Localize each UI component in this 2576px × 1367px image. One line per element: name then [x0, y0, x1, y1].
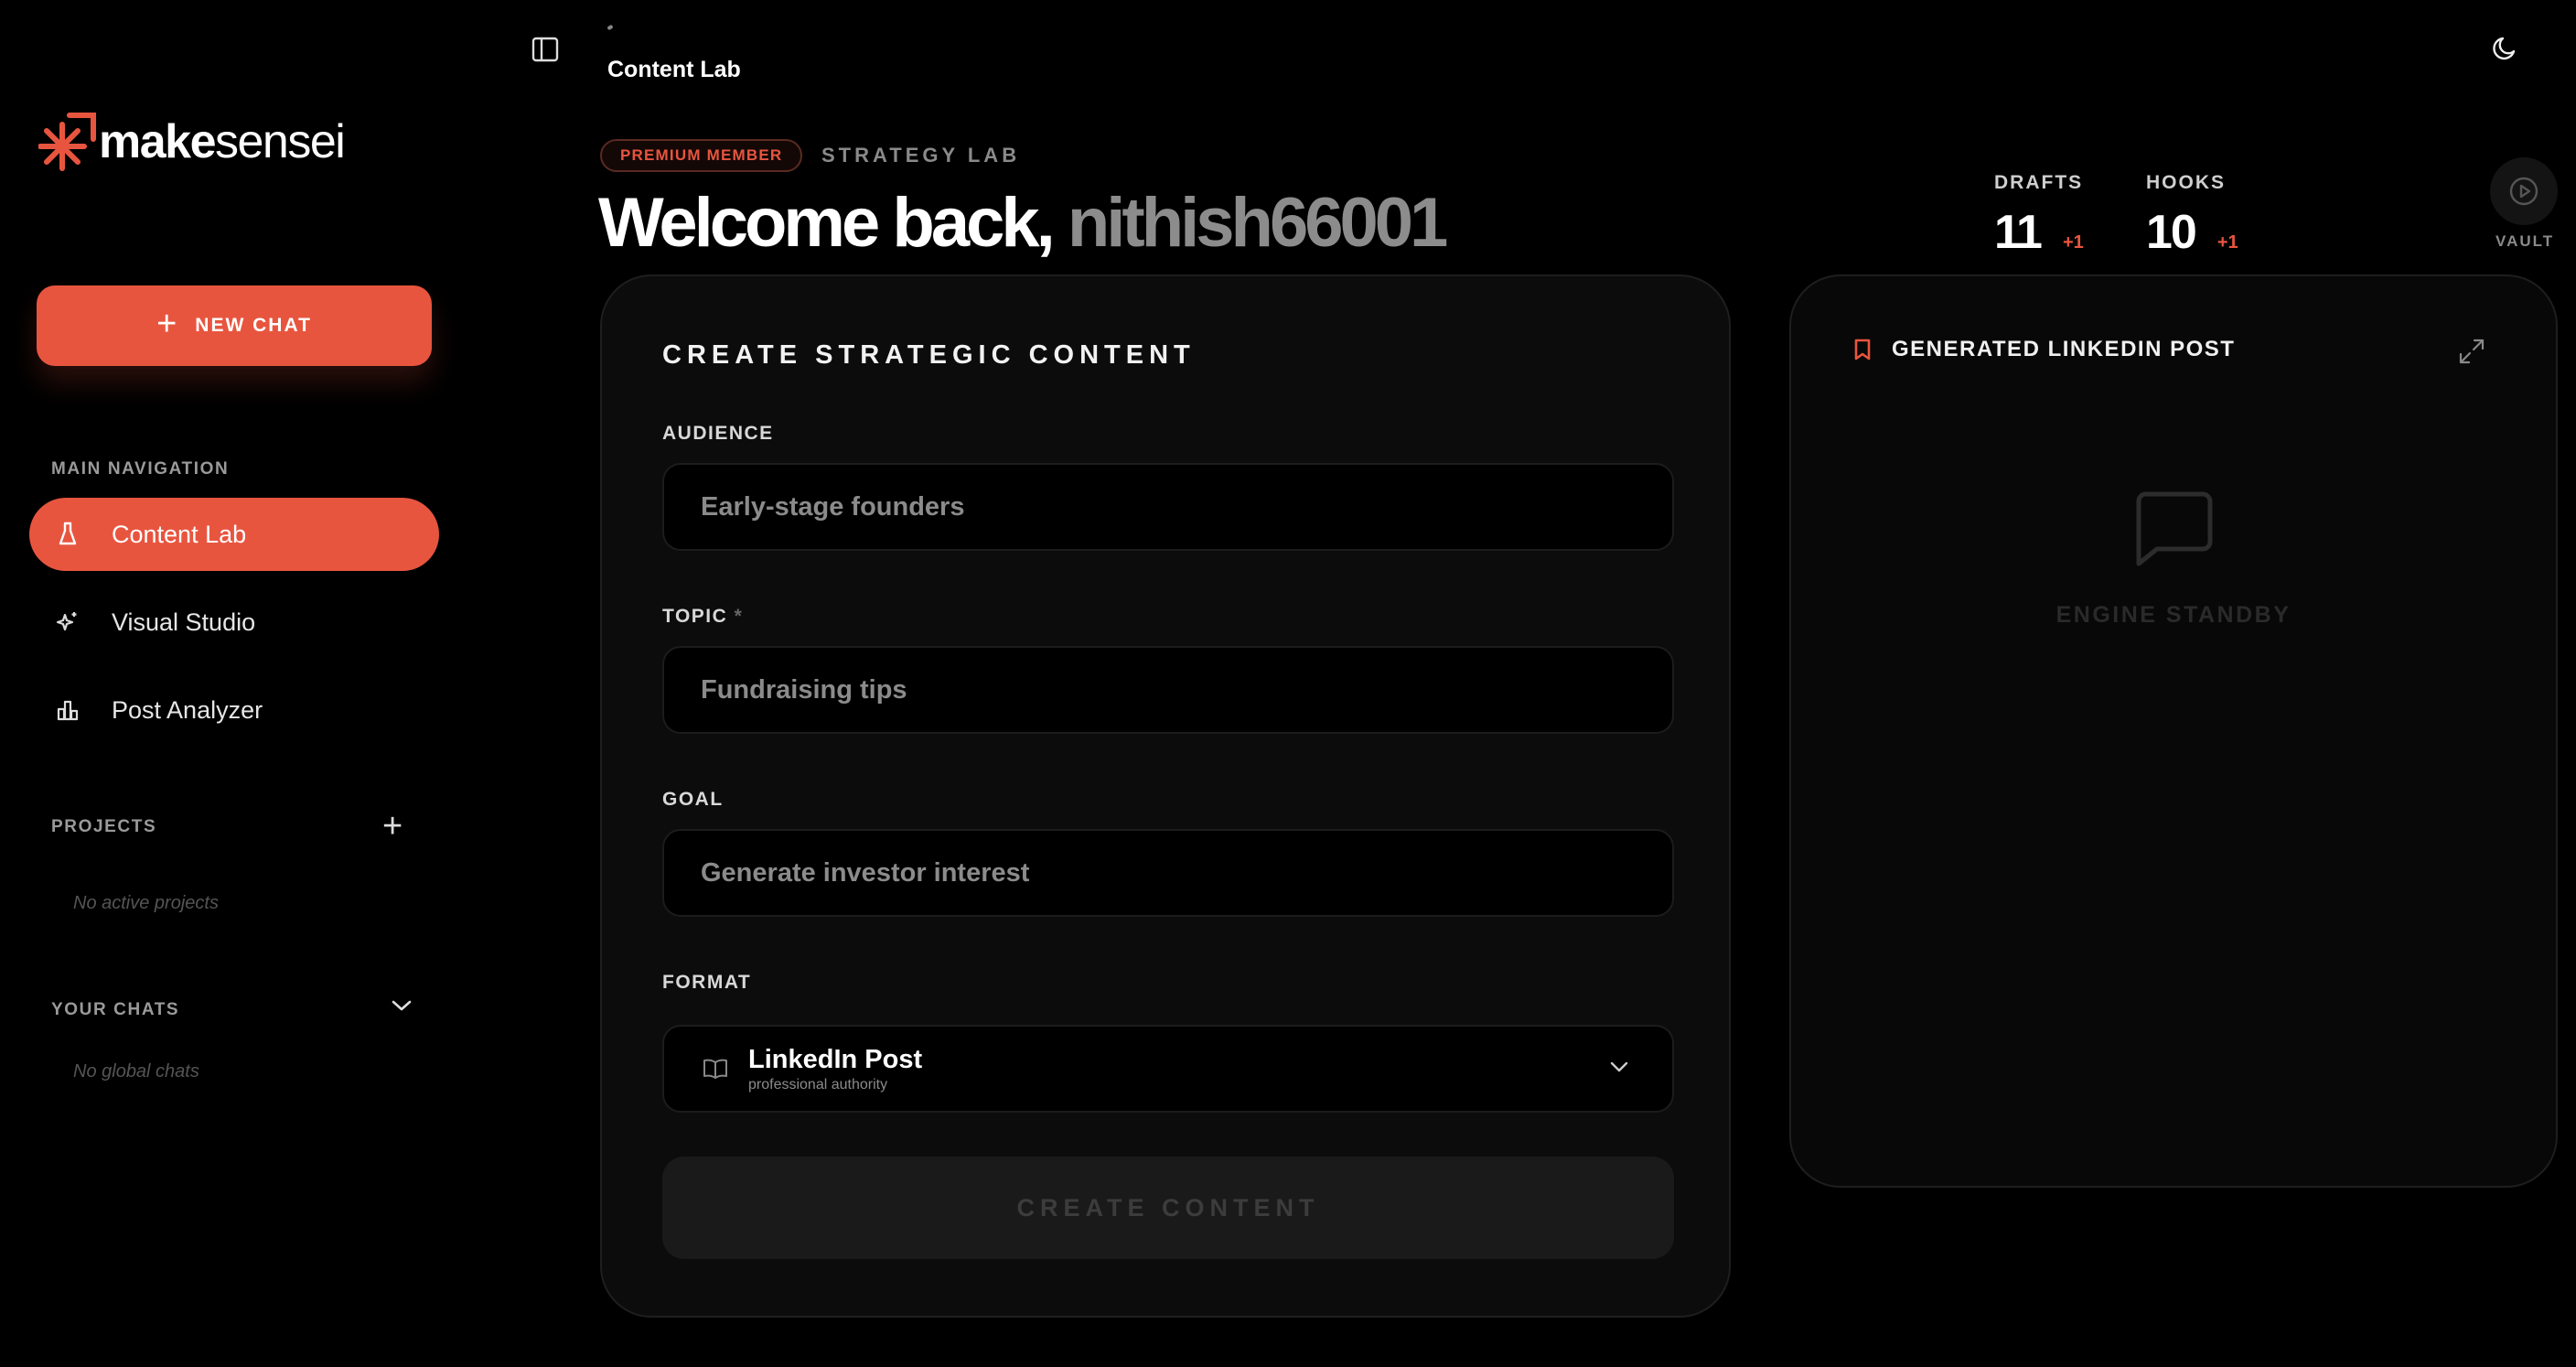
format-value: LinkedIn Post: [748, 1044, 923, 1074]
stat-label: DRAFTS: [1994, 172, 2084, 193]
main-navigation-heading: MAIN NAVIGATION: [51, 459, 230, 479]
premium-member-badge: PREMIUM MEMBER: [600, 139, 803, 172]
brand-name: makesensei: [99, 115, 346, 168]
format-label: FORMAT: [662, 972, 752, 993]
book-open-icon: [703, 1059, 727, 1079]
theme-toggle-button[interactable]: [2490, 33, 2521, 69]
sidebar-item-visual-studio[interactable]: Visual Studio: [29, 586, 439, 659]
sidebar-item-label: Content Lab: [112, 520, 247, 548]
format-subtitle: professional authority: [748, 1076, 888, 1093]
audience-input[interactable]: Early-stage founders: [662, 463, 1674, 551]
chevron-down-icon: [392, 1000, 412, 1011]
vault-button[interactable]: [2490, 157, 2558, 225]
audience-placeholder: Early-stage founders: [701, 491, 965, 522]
new-chat-label: NEW CHAT: [195, 315, 312, 336]
vault-label: VAULT: [2496, 232, 2555, 250]
play-circle-icon: [2509, 177, 2538, 206]
breadcrumb-separator: [606, 24, 614, 31]
projects-empty-note: No active projects: [73, 893, 219, 913]
brand-logo[interactable]: makesensei: [38, 112, 346, 172]
sidebar: makesensei + NEW CHAT MAIN NAVIGATION Co…: [0, 0, 457, 1367]
sparkles-icon: [55, 609, 80, 635]
add-project-button[interactable]: +: [382, 809, 402, 844]
goal-placeholder: Generate investor interest: [701, 857, 1030, 888]
bookmark-icon: [1854, 339, 1871, 361]
expand-panel-button[interactable]: [2457, 337, 2486, 371]
expand-icon: [2459, 339, 2485, 364]
stat-hooks: HOOKS 10 +1: [2146, 172, 2238, 260]
chats-empty-note: No global chats: [73, 1061, 199, 1082]
chevron-down-icon: [1610, 1061, 1628, 1072]
stat-delta: +1: [2216, 232, 2238, 253]
page-title: Welcome back, nithish66001: [598, 183, 1448, 263]
format-select[interactable]: LinkedIn Post professional authority: [662, 1025, 1674, 1113]
breadcrumb: Content Lab: [607, 57, 741, 82]
engine-status: ENGINE STANDBY: [2055, 602, 2292, 628]
stat-delta: +1: [2062, 232, 2084, 253]
topic-input[interactable]: Fundraising tips: [662, 646, 1674, 734]
stat-value: 10: [2146, 206, 2197, 259]
section-label: STRATEGY LAB: [821, 144, 1021, 167]
sidebar-panel-icon: [531, 37, 559, 62]
sidebar-item-post-analyzer[interactable]: Post Analyzer: [29, 673, 439, 747]
goal-input[interactable]: Generate investor interest: [662, 829, 1674, 917]
sidebar-item-label: Post Analyzer: [112, 695, 263, 724]
stat-label: HOOKS: [2146, 172, 2227, 193]
stat-value: 11: [1994, 206, 2043, 259]
topic-placeholder: Fundraising tips: [701, 674, 907, 705]
logo-mark-icon: [38, 112, 97, 172]
bar-chart-icon: [55, 697, 80, 723]
create-content-button[interactable]: CREATE CONTENT: [662, 1157, 1674, 1259]
plus-icon: +: [156, 305, 179, 343]
create-content-form: CREATE STRATEGIC CONTENT AUDIENCE Early-…: [600, 274, 1731, 1318]
chat-bubble-icon: [2133, 490, 2214, 572]
plus-icon: +: [382, 807, 403, 845]
form-title: CREATE STRATEGIC CONTENT: [662, 340, 1196, 370]
new-chat-button[interactable]: + NEW CHAT: [37, 285, 432, 366]
app-root: makesensei + NEW CHAT MAIN NAVIGATION Co…: [0, 0, 2576, 1367]
username: nithish66001: [1067, 184, 1448, 262]
welcome-prefix: Welcome back,: [598, 184, 1056, 262]
toggle-sidebar-button[interactable]: [531, 35, 560, 69]
generated-post-panel: GENERATED LINKEDIN POST ENGINE STANDBY: [1789, 274, 2558, 1188]
projects-heading: PROJECTS: [51, 817, 157, 836]
chats-collapse-toggle[interactable]: [390, 997, 413, 1018]
required-marker: *: [734, 606, 744, 627]
audience-label: AUDIENCE: [662, 423, 774, 444]
sidebar-item-content-lab[interactable]: Content Lab: [29, 498, 439, 571]
your-chats-heading: YOUR CHATS: [51, 1000, 180, 1019]
flask-icon: [55, 522, 80, 547]
stat-drafts: DRAFTS 11 +1: [1994, 172, 2084, 260]
sidebar-item-label: Visual Studio: [112, 608, 256, 636]
goal-label: GOAL: [662, 789, 724, 810]
topic-label: TOPIC *: [662, 606, 744, 627]
panel-title: GENERATED LINKEDIN POST: [1892, 337, 2236, 361]
moon-icon: [2493, 37, 2516, 60]
